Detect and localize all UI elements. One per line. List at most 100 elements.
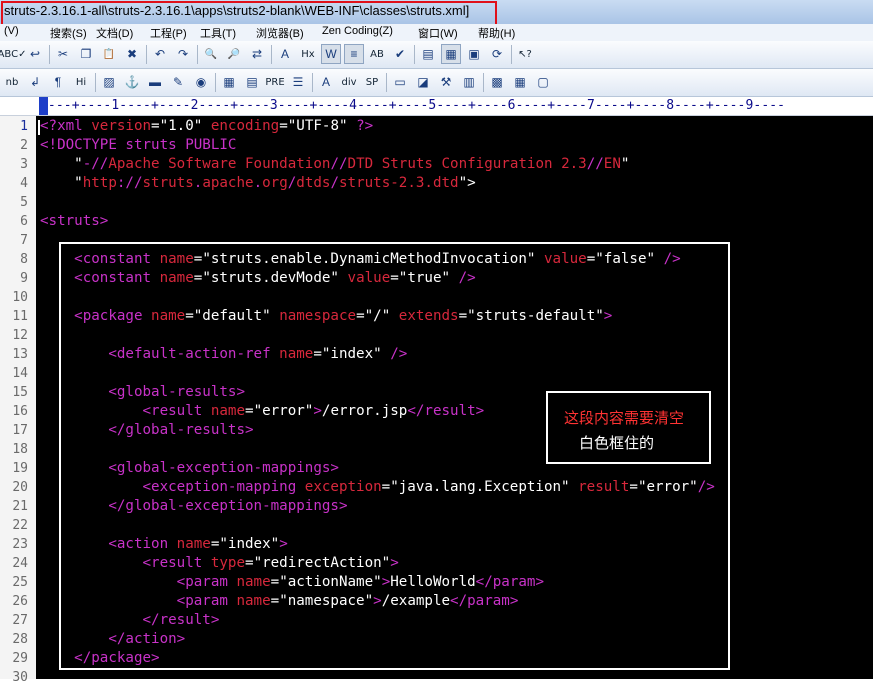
line-number: 27 bbox=[12, 613, 28, 628]
line-number: 16 bbox=[12, 404, 28, 419]
menu-item[interactable]: 工程(P) bbox=[150, 25, 187, 41]
ruler-scale: ----+----1----+----2----+----3----+----4… bbox=[40, 98, 786, 113]
code-token: / bbox=[287, 175, 297, 191]
image-icon[interactable]: ▨ bbox=[99, 72, 119, 92]
menu-item[interactable]: 文档(D) bbox=[96, 25, 133, 41]
pre-icon[interactable]: PRE bbox=[265, 72, 285, 92]
paste-icon[interactable]: 📋 bbox=[99, 44, 119, 64]
code-line: <struts> bbox=[40, 213, 108, 229]
line-number: 5 bbox=[20, 195, 28, 210]
line-number: 11 bbox=[12, 309, 28, 324]
word-wrap-icon[interactable]: ↩ bbox=[25, 44, 45, 64]
code-token: // bbox=[330, 156, 348, 172]
font-icon[interactable]: A bbox=[316, 72, 336, 92]
toolbar-separator bbox=[146, 45, 147, 64]
color-icon[interactable]: ◉ bbox=[191, 72, 211, 92]
copy-icon[interactable]: ❐ bbox=[76, 44, 96, 64]
line-number: 1 bbox=[20, 119, 28, 134]
line-number: 21 bbox=[12, 499, 28, 514]
color-grid-icon[interactable]: ▦ bbox=[510, 72, 530, 92]
toolbar-separator bbox=[215, 73, 216, 92]
anchor-icon[interactable]: ⚓ bbox=[122, 72, 142, 92]
code-token: = bbox=[279, 118, 288, 134]
code-token: version bbox=[91, 118, 152, 134]
line-number: 3 bbox=[20, 157, 28, 172]
redo-icon[interactable]: ↷ bbox=[173, 44, 193, 64]
line-number: 2 bbox=[20, 138, 28, 153]
annotation-line-1: 这段内容需要清空 bbox=[564, 409, 685, 427]
line-number: 26 bbox=[12, 594, 28, 609]
document-icon[interactable]: ▭ bbox=[390, 72, 410, 92]
checkmark-icon[interactable]: ✔ bbox=[390, 44, 410, 64]
preview-icon[interactable]: ◪ bbox=[413, 72, 433, 92]
div-icon[interactable]: div bbox=[339, 72, 359, 92]
code-token: apache bbox=[202, 175, 254, 191]
help-pointer-icon[interactable]: ↖? bbox=[515, 44, 535, 64]
toolbar-separator bbox=[95, 73, 96, 92]
edit-tag-icon[interactable]: ✎ bbox=[168, 72, 188, 92]
line-number: 13 bbox=[12, 347, 28, 362]
heading-icon[interactable]: Hi bbox=[71, 72, 91, 92]
menu-item[interactable]: Zen Coding(Z) bbox=[322, 25, 393, 37]
line-number: 18 bbox=[12, 442, 28, 457]
line-number: 30 bbox=[12, 670, 28, 685]
cascade-icon[interactable]: ▣ bbox=[464, 44, 484, 64]
line-number: 14 bbox=[12, 366, 28, 381]
code-line: <!DOCTYPE struts PUBLIC bbox=[40, 137, 236, 153]
line-number: 19 bbox=[12, 461, 28, 476]
find-in-files-icon[interactable]: 🔎 bbox=[224, 44, 244, 64]
replace-icon[interactable]: ⇄ bbox=[247, 44, 267, 64]
menu-item[interactable]: 窗口(W) bbox=[418, 25, 458, 41]
abcd-icon[interactable]: AB bbox=[367, 44, 387, 64]
menu-item[interactable]: 浏览器(B) bbox=[256, 25, 304, 41]
code-token: = bbox=[151, 118, 160, 134]
code-token: EN bbox=[603, 156, 621, 172]
paragraph-icon[interactable]: ¶ bbox=[48, 72, 68, 92]
annotation-line-2: 白色框住的 bbox=[579, 434, 655, 452]
nbsp-icon[interactable]: nb bbox=[2, 72, 22, 92]
toolbar-separator bbox=[49, 45, 50, 64]
layout-icon[interactable]: ▥ bbox=[459, 72, 479, 92]
horizontal-rule-icon[interactable]: ▬ bbox=[145, 72, 165, 92]
menu-item[interactable]: 搜索(S) bbox=[50, 25, 87, 41]
menu-item[interactable]: (V) bbox=[4, 25, 19, 37]
find-icon[interactable]: 🔍 bbox=[201, 44, 221, 64]
panel-icon[interactable]: ▢ bbox=[533, 72, 553, 92]
line-number: 8 bbox=[20, 252, 28, 267]
highlight-icon[interactable]: A bbox=[275, 44, 295, 64]
form-icon[interactable]: ▤ bbox=[242, 72, 262, 92]
code-token: <struts> bbox=[40, 213, 109, 229]
wrap-text-icon[interactable]: W bbox=[321, 44, 341, 64]
menu-item[interactable]: 工具(T) bbox=[200, 25, 236, 41]
line-numbers-icon[interactable]: ≡ bbox=[344, 44, 364, 64]
ruler-column-marker bbox=[39, 97, 48, 115]
refresh-icon[interactable]: ⟳ bbox=[487, 44, 507, 64]
hex-icon[interactable]: Hx bbox=[298, 44, 318, 64]
tile-icon[interactable]: ▦ bbox=[441, 44, 461, 64]
code-token: " bbox=[40, 156, 83, 172]
table-icon[interactable]: ▦ bbox=[219, 72, 239, 92]
code-token: Apache Software Foundation bbox=[108, 156, 331, 172]
toolbar-separator bbox=[197, 45, 198, 64]
html-toolbar: nb ↲ ¶ Hi ▨ ⚓ ▬ ✎ ◉ ▦ ▤ PRE ☰ Adiv SP ▭ ◪ ⚒ ▥ ▩ ▦ ▢ bbox=[0, 69, 873, 97]
line-number: 17 bbox=[12, 423, 28, 438]
tools-icon[interactable]: ⚒ bbox=[436, 72, 456, 92]
line-number: 4 bbox=[20, 176, 28, 191]
column-ruler: ----+----1----+----2----+----3----+----4… bbox=[0, 97, 873, 116]
code-token: :// bbox=[116, 175, 143, 191]
line-number: 28 bbox=[12, 632, 28, 647]
properties-icon[interactable]: ▩ bbox=[487, 72, 507, 92]
window-list-icon[interactable]: ▤ bbox=[418, 44, 438, 64]
line-number: 15 bbox=[12, 385, 28, 400]
code-token: "UTF-8" bbox=[287, 118, 357, 134]
code-line: "http://struts.apache.org/dtds/struts-2.… bbox=[40, 175, 476, 191]
cut-icon[interactable]: ✂ bbox=[53, 44, 73, 64]
menu-item[interactable]: 帮助(H) bbox=[478, 25, 515, 41]
code-token: . bbox=[253, 175, 263, 191]
span-icon[interactable]: SP bbox=[362, 72, 382, 92]
line-break-icon[interactable]: ↲ bbox=[25, 72, 45, 92]
list-icon[interactable]: ☰ bbox=[288, 72, 308, 92]
delete-icon[interactable]: ✖ bbox=[122, 44, 142, 64]
spell-check-icon[interactable]: ABC✓ bbox=[0, 44, 26, 64]
undo-icon[interactable]: ↶ bbox=[150, 44, 170, 64]
